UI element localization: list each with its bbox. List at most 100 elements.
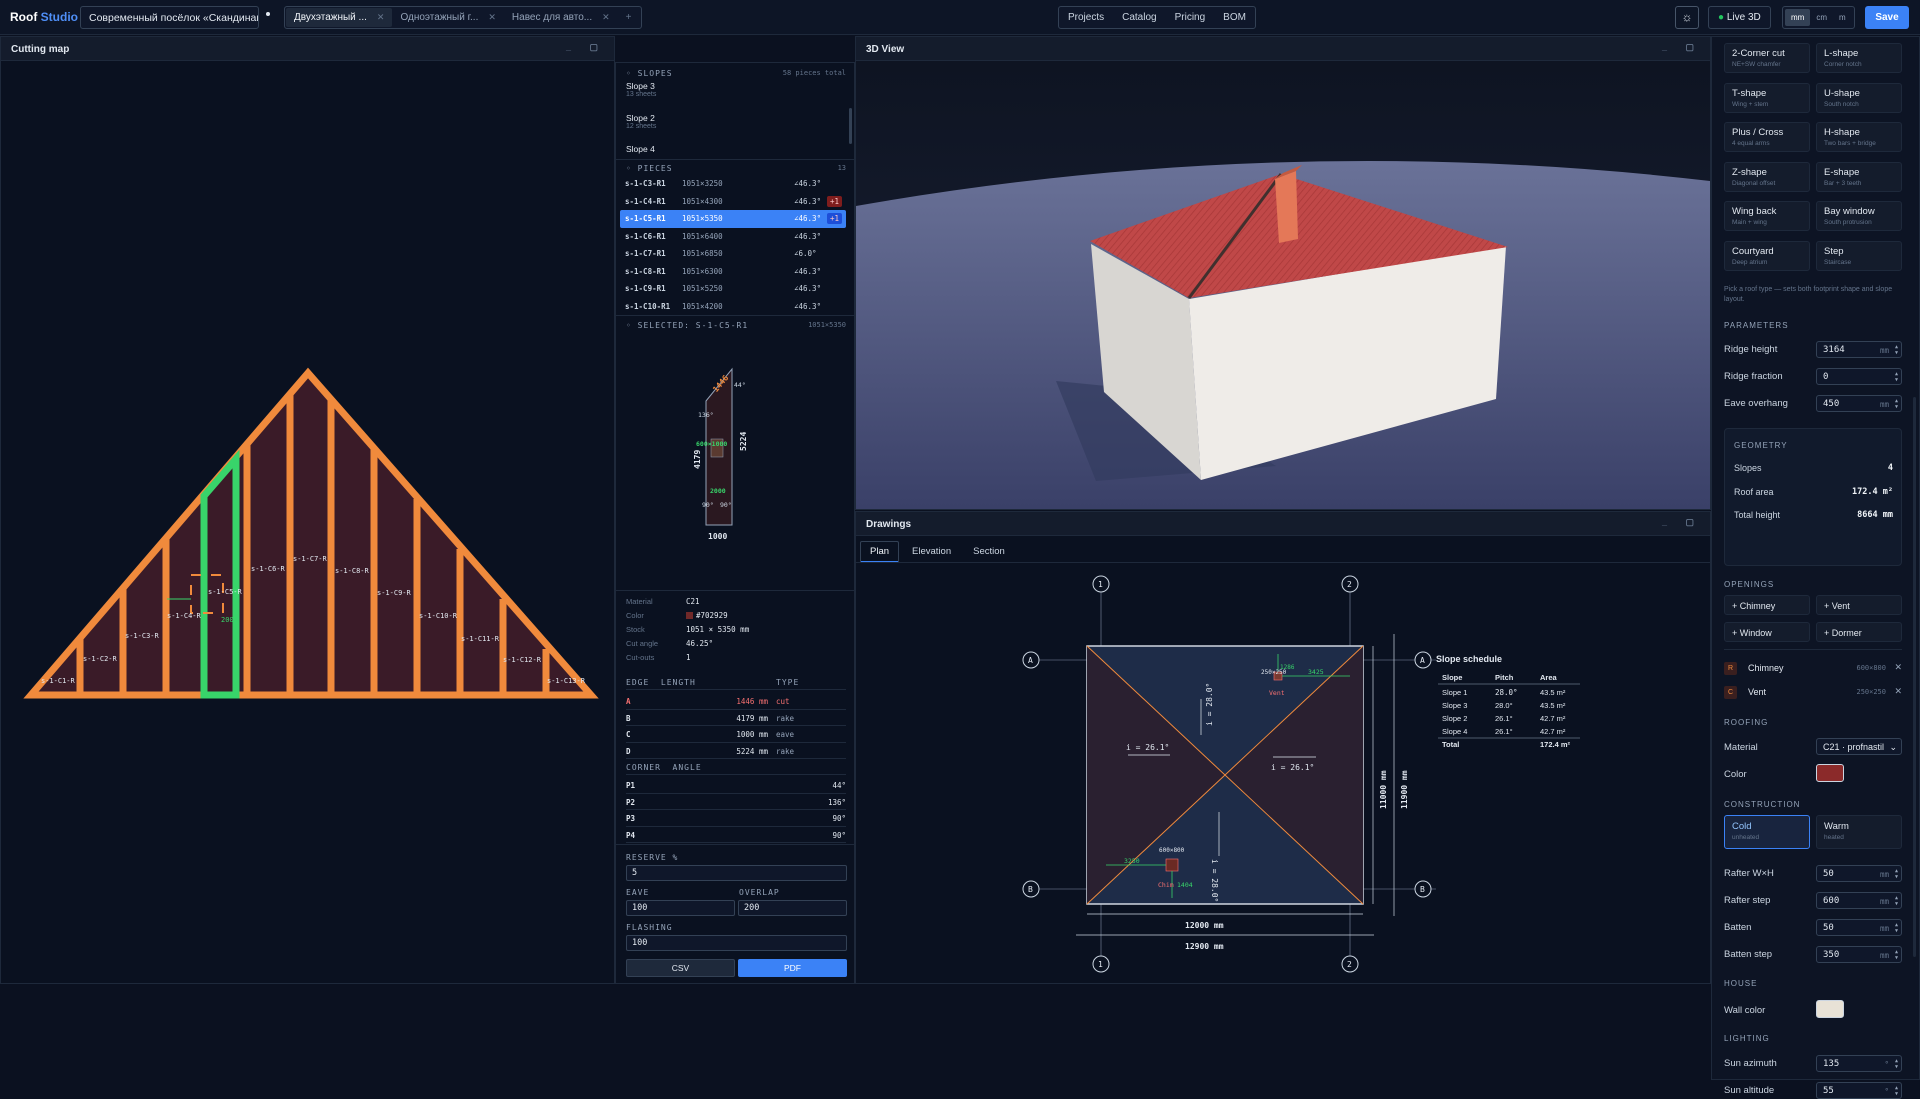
roof-type-option[interactable]: L-shape Corner notch	[1816, 43, 1902, 73]
overlap-input[interactable]: 200	[738, 900, 847, 916]
save-button[interactable]: Save	[1865, 6, 1909, 29]
selected-size: 1051×5350	[808, 321, 846, 329]
roof-type-option[interactable]: Step Staircase	[1816, 240, 1902, 271]
opening-item[interactable]: C Vent 250×250 ✕	[1724, 684, 1904, 702]
tab-elevation[interactable]: Elevation	[903, 541, 960, 563]
file-tab[interactable]: Одноэтажный г... ✕	[392, 8, 503, 27]
svg-text:43.5 m²: 43.5 m²	[1540, 701, 1566, 710]
lighting-input[interactable]: 55 ° ▲ ▼	[1816, 1082, 1902, 1099]
schedule-title: Slope schedule	[1436, 654, 1502, 664]
eave-input[interactable]: 100	[626, 900, 735, 916]
nav-bom[interactable]: BOM	[1214, 7, 1255, 28]
geometry-label: Total height	[1734, 510, 1781, 520]
export-csv-button[interactable]: CSV	[626, 959, 735, 977]
unit-mm[interactable]: mm	[1785, 9, 1811, 26]
file-tabs: Двухэтажный ... ✕ Одноэтажный г... ✕ Навес…	[284, 6, 642, 29]
nav-catalog[interactable]: Catalog	[1113, 7, 1165, 28]
piece-row[interactable]: s-1-C10-R1 1051×4200 ∠46.3°	[620, 298, 846, 316]
top-bar: Roof Studio Современный посёлок «Скандин…	[0, 0, 1920, 35]
file-tab[interactable]: Двухэтажный ... ✕	[286, 8, 393, 27]
piece-row[interactable]: s-1-C6-R1 1051×6400 ∠46.3°	[620, 228, 846, 246]
piece-row[interactable]: s-1-C8-R1 1051×6300 ∠46.3°	[620, 263, 846, 281]
piece-row[interactable]: s-1-C3-R1 1051×3250 ∠46.3°	[620, 175, 846, 193]
roof-type-option[interactable]: T-shape Wing + stem	[1724, 82, 1810, 113]
pieces-header: ◦ PIECES	[626, 164, 673, 173]
opening-icon: C	[1724, 686, 1737, 699]
material-select[interactable]: C21 · profnastil ⌄	[1816, 738, 1902, 755]
construction-input[interactable]: 50 mm ▲ ▼	[1816, 865, 1902, 882]
add-vent-button[interactable]: + Vent	[1816, 595, 1902, 615]
roof-type-option[interactable]: Bay window South protrusion	[1816, 201, 1902, 231]
construction-label: Batten step	[1724, 949, 1773, 960]
view3d-panel: 3D View _ ▢	[855, 36, 1711, 510]
unit-m[interactable]: m	[1833, 9, 1852, 26]
scrollbar[interactable]	[849, 108, 852, 144]
project-name-input[interactable]: Современный посёлок «Скандинавия»	[80, 6, 259, 29]
close-icon[interactable]: ✕	[1894, 686, 1902, 697]
flashing-input[interactable]: 100	[626, 935, 847, 951]
slope-item[interactable]: Slope 2 12 sheets	[626, 113, 656, 130]
corner-row: P4 90°	[626, 827, 846, 843]
close-icon[interactable]: ✕	[602, 12, 610, 23]
nav-projects[interactable]: Projects	[1059, 7, 1113, 28]
roof-type-option[interactable]: Wing back Main + wing	[1724, 201, 1810, 231]
parameter-input[interactable]: 3164 mm ▲ ▼	[1816, 341, 1902, 358]
flashing-label: FLASHING	[626, 923, 673, 932]
close-icon[interactable]: ✕	[377, 12, 385, 23]
opening-item[interactable]: R Chimney 600×800 ✕	[1724, 660, 1904, 678]
add-dormer-button[interactable]: + Dormer	[1816, 622, 1902, 642]
add-tab-button[interactable]: +	[618, 8, 640, 27]
roof-type-option[interactable]: H-shape Two bars + bridge	[1816, 122, 1902, 152]
roof-type-option[interactable]: Z-shape Diagonal offset	[1724, 161, 1810, 192]
wall-color-swatch[interactable]	[1816, 1000, 1844, 1018]
cold-roof-option[interactable]: Cold unheated	[1724, 815, 1810, 849]
piece-label: s-1-C3-R	[125, 632, 160, 640]
cutting-map-canvas[interactable]: s-1-C1-R s-1-C2-R s-1-C3-R s-1-C4-R s-1-…	[1, 61, 614, 983]
roof-type-option[interactable]: E-shape Bar + 3 teeth	[1816, 161, 1902, 192]
sun-icon[interactable]: ☼	[1675, 6, 1699, 29]
piece-row[interactable]: s-1-C5-R1 1051×5350 ∠46.3° +1	[620, 210, 846, 228]
pieces-count: 13	[837, 164, 846, 172]
roof-type-option[interactable]: 2-Corner cut NE+SW chamfer	[1724, 43, 1810, 73]
tab-section[interactable]: Section	[964, 541, 1014, 563]
parameter-input[interactable]: 0 ▲ ▼	[1816, 368, 1902, 385]
panel-controls[interactable]: _ ▢	[566, 42, 606, 53]
close-icon[interactable]: ✕	[1894, 662, 1902, 673]
geometry-header: GEOMETRY	[1734, 441, 1788, 450]
add-window-button[interactable]: + Window	[1724, 622, 1810, 642]
3d-viewport[interactable]	[856, 61, 1710, 509]
slope-item[interactable]: Slope 4	[626, 144, 655, 154]
live-3d-toggle[interactable]: ● Live 3D	[1708, 6, 1771, 29]
piece-row[interactable]: s-1-C4-R1 1051×4300 ∠46.3° +1	[620, 193, 846, 211]
roof-color-swatch[interactable]	[1816, 764, 1844, 782]
piece-row[interactable]: s-1-C7-R1 1051×6850 ∠6.0°	[620, 245, 846, 263]
warm-roof-option[interactable]: Warm heated	[1816, 815, 1902, 849]
file-tab[interactable]: Навес для авто... ✕	[504, 8, 618, 27]
construction-input[interactable]: 50 mm ▲ ▼	[1816, 919, 1902, 936]
export-pdf-button[interactable]: PDF	[738, 959, 847, 977]
reserve-input[interactable]: 5	[626, 865, 847, 881]
slope-item[interactable]: Slope 3 13 sheets	[626, 81, 656, 98]
close-icon[interactable]: ✕	[488, 12, 496, 23]
parameter-input[interactable]: 450 mm ▲ ▼	[1816, 395, 1902, 412]
roof-type-option[interactable]: Courtyard Deep atrium	[1724, 240, 1810, 271]
panel-controls[interactable]: _ ▢	[1662, 517, 1702, 528]
roof-type-option[interactable]: Plus / Cross 4 equal arms	[1724, 122, 1810, 152]
nav-pricing[interactable]: Pricing	[1166, 7, 1215, 28]
unit-cm[interactable]: cm	[1810, 9, 1833, 26]
roof-type-option[interactable]: U-shape South notch	[1816, 82, 1902, 113]
stepper-icon: ▲ ▼	[1894, 868, 1898, 880]
add-chimney-button[interactable]: + Chimney	[1724, 595, 1810, 615]
piece-row[interactable]: s-1-C9-R1 1051×5250 ∠46.3°	[620, 280, 846, 298]
live-dot-icon: ●	[1718, 12, 1725, 23]
panel-controls[interactable]: _ ▢	[1662, 42, 1702, 53]
lighting-input[interactable]: 135 ° ▲ ▼	[1816, 1055, 1902, 1072]
unsaved-dot	[266, 12, 270, 16]
construction-input[interactable]: 600 mm ▲ ▼	[1816, 892, 1902, 909]
scrollbar[interactable]	[1913, 397, 1916, 957]
plan-drawing[interactable]: 1 2 1 2 A A B B 12000 mm 12900 mm 11000 …	[856, 564, 1710, 984]
construction-input[interactable]: 350 mm ▲ ▼	[1816, 946, 1902, 963]
piece-label: s-1-C11-R	[461, 635, 500, 643]
panel-title: Cutting map	[11, 44, 70, 55]
tab-plan[interactable]: Plan	[860, 541, 900, 563]
